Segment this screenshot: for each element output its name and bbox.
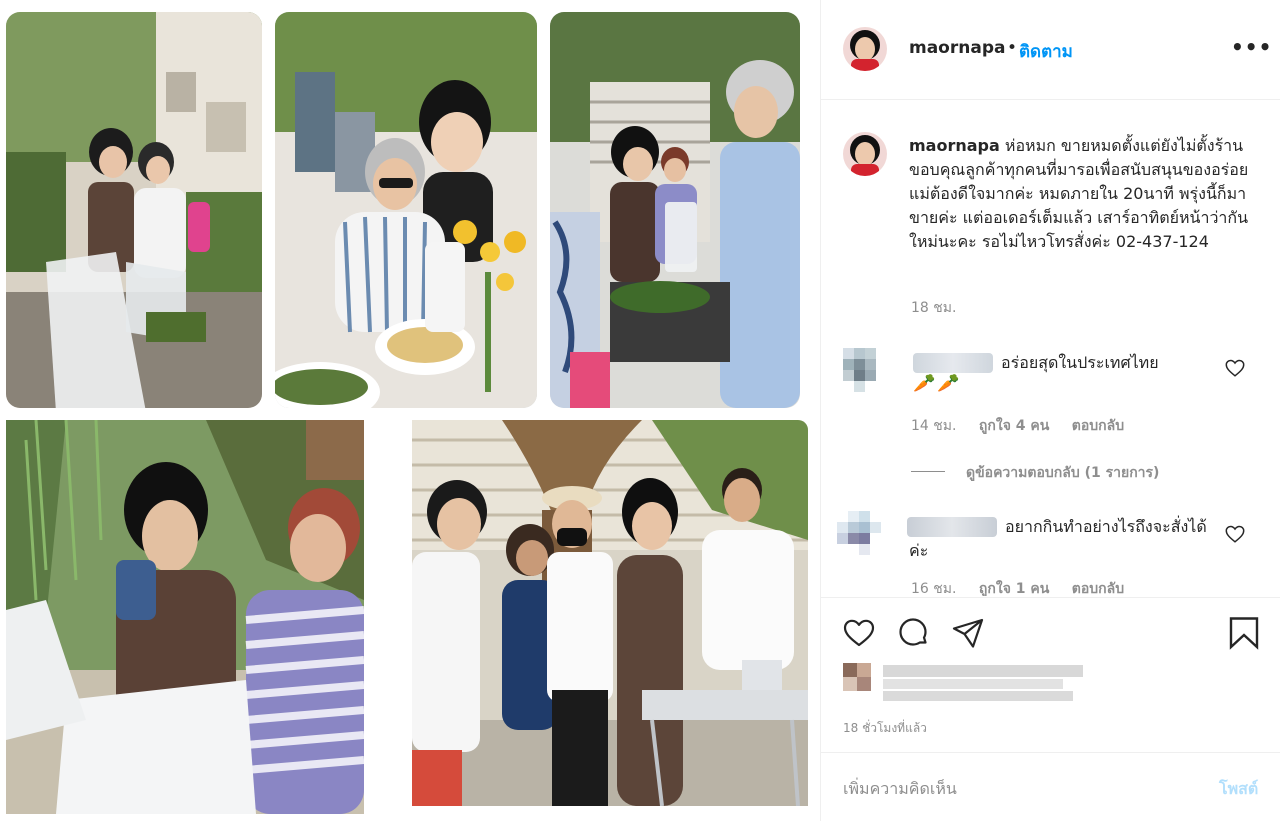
collage-photo-2 bbox=[275, 12, 537, 408]
comment-input[interactable] bbox=[843, 775, 1203, 801]
collage-photo-1 bbox=[6, 12, 262, 408]
collage-photo-5 bbox=[412, 420, 808, 806]
caption-username[interactable]: maornapa bbox=[909, 136, 1000, 155]
view-replies-button[interactable]: ดูข้อความตอบกลับ (1 รายการ) bbox=[966, 462, 1159, 484]
post-comment-button[interactable]: โพสต์ bbox=[1219, 777, 1258, 802]
post-actions: 18 ชั่วโมงที่แล้ว bbox=[821, 597, 1280, 751]
collage-photo-4 bbox=[6, 420, 364, 814]
heart-icon[interactable] bbox=[1224, 357, 1246, 379]
share-icon[interactable] bbox=[951, 616, 985, 650]
post-header: maornapa • ติดตาม ••• bbox=[821, 0, 1280, 100]
comment-username-blurred[interactable] bbox=[913, 353, 993, 373]
avatar[interactable] bbox=[843, 27, 887, 71]
comment-likes[interactable]: ถูกใจ 1 คน bbox=[979, 581, 1049, 596]
comment-likes[interactable]: ถูกใจ 4 คน bbox=[979, 418, 1049, 434]
more-horizontal-icon[interactable]: ••• bbox=[1231, 37, 1271, 63]
comment-meta: 14 ชม. ถูกใจ 4 คน ตอบกลับ bbox=[911, 415, 1142, 437]
header-username[interactable]: maornapa bbox=[909, 38, 1005, 58]
header-separator: • bbox=[1007, 38, 1018, 58]
likes-summary-blurred[interactable] bbox=[843, 661, 1083, 705]
post-side-panel: maornapa • ติดตาม ••• maornapa ห่อหมก ขา… bbox=[820, 0, 1280, 821]
heart-icon[interactable] bbox=[1224, 523, 1246, 545]
bookmark-icon[interactable] bbox=[1227, 616, 1261, 650]
caption-time[interactable]: 18 ชม. bbox=[911, 297, 956, 319]
follow-button[interactable]: ติดตาม bbox=[1019, 38, 1073, 65]
replies-divider bbox=[911, 471, 945, 472]
caption-avatar[interactable] bbox=[843, 132, 887, 176]
caption: maornapa ห่อหมก ขายหมดตั้งแต่ยังไม่ตั้งร… bbox=[909, 134, 1249, 254]
comment-avatar[interactable] bbox=[837, 511, 881, 555]
comment-meta: 16 ชม. ถูกใจ 1 คน ตอบกลับ bbox=[911, 578, 1142, 596]
comment-emoji: 🥕🥕 bbox=[913, 373, 962, 394]
post-timestamp[interactable]: 18 ชั่วโมงที่แล้ว bbox=[843, 719, 927, 738]
comment-text: อยากกินทำอย่างไรถึงจะสั่งได้ค่ะ bbox=[909, 517, 1207, 560]
add-comment-bar: โพสต์ bbox=[821, 752, 1280, 821]
comments-list[interactable]: maornapa ห่อหมก ขายหมดตั้งแต่ยังไม่ตั้งร… bbox=[821, 101, 1280, 596]
post-image[interactable] bbox=[0, 0, 820, 821]
heart-icon[interactable] bbox=[842, 616, 876, 650]
comment-avatar[interactable] bbox=[843, 348, 887, 392]
comment-text: อร่อยสุดในประเทศไทย bbox=[1001, 353, 1159, 372]
collage-photo-3 bbox=[550, 12, 800, 408]
comment-time[interactable]: 16 ชม. bbox=[911, 581, 956, 596]
reply-button[interactable]: ตอบกลับ bbox=[1072, 418, 1124, 434]
comment-icon[interactable] bbox=[896, 616, 930, 650]
comment-time[interactable]: 14 ชม. bbox=[911, 418, 956, 434]
reply-button[interactable]: ตอบกลับ bbox=[1072, 581, 1124, 596]
